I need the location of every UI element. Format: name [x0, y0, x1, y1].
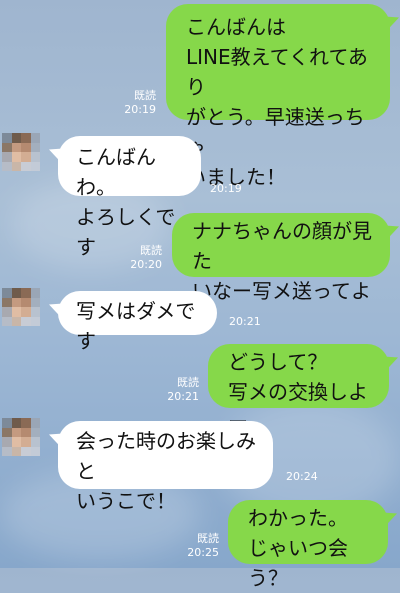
read-receipt: 既読 [177, 376, 199, 389]
message-time: 20:21 [167, 390, 199, 403]
contact-avatar[interactable] [2, 288, 40, 326]
chat-area[interactable]: 既読 20:19 こんばんは LINE教えてくれてあり がとう。早速送っちゃ い… [0, 0, 400, 590]
read-receipt: 既読 [134, 89, 156, 102]
message-time: 20:19 [210, 182, 242, 195]
message-meta: 既読 20:25 [187, 532, 219, 560]
received-message-bubble[interactable]: 写メはダメです [58, 291, 217, 353]
contact-avatar[interactable] [2, 133, 40, 171]
message-meta: 既読 20:20 [130, 244, 162, 272]
sent-message-bubble[interactable]: ナナちゃんの顔が見た いなー写メ送ってよ [172, 213, 390, 303]
contact-avatar[interactable] [2, 418, 40, 456]
received-message-bubble[interactable]: こんばんわ。 よろしくです [58, 136, 201, 259]
received-message-bubble[interactable]: 会った時のお楽しみと いうこで！ [58, 421, 273, 513]
sent-message-bubble[interactable]: どうして？ 写メの交換しよー [208, 344, 389, 434]
message-time: 20:21 [229, 315, 261, 328]
read-receipt: 既読 [197, 532, 219, 545]
read-receipt: 既読 [140, 244, 162, 257]
message-time: 20:20 [130, 258, 162, 271]
message-meta: 既読 20:21 [167, 376, 199, 404]
message-meta: 既読 20:19 [124, 89, 156, 117]
message-time: 20:25 [187, 546, 219, 559]
sent-message-bubble[interactable]: わかった。 じゃいつ会う？ [228, 500, 388, 590]
sent-message-bubble[interactable]: こんばんは LINE教えてくれてあり がとう。早速送っちゃ いました！ [166, 4, 390, 189]
message-time: 20:24 [286, 470, 318, 483]
message-time: 20:19 [124, 103, 156, 116]
